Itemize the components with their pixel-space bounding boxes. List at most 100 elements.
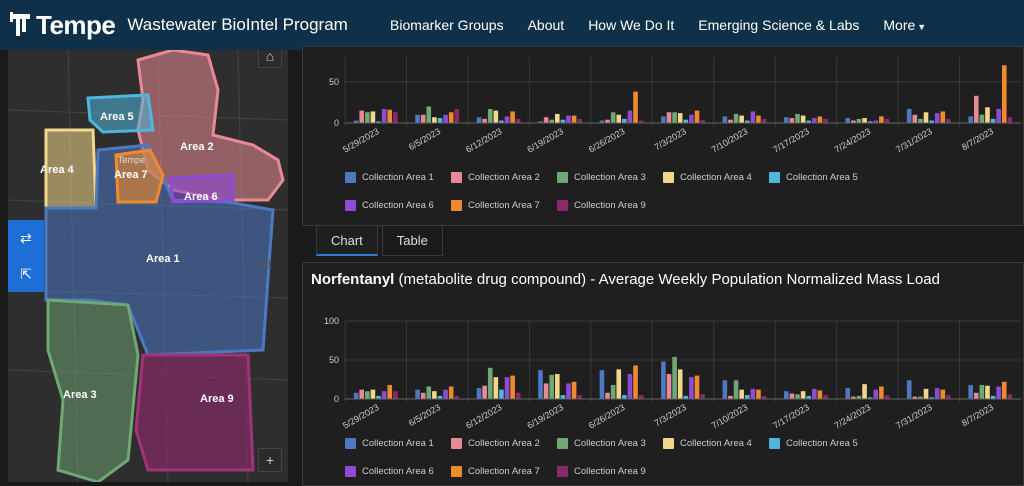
chart-2-bar[interactable] bbox=[487, 367, 493, 399]
chart-2-bar[interactable] bbox=[968, 384, 973, 399]
chart-1-bar[interactable] bbox=[823, 118, 828, 123]
chart-1-bar[interactable] bbox=[817, 116, 823, 123]
chart-1-bar[interactable] bbox=[884, 118, 890, 123]
chart-2-bar[interactable] bbox=[694, 375, 700, 399]
chart-2-bar[interactable] bbox=[515, 392, 521, 399]
chart-2-bar[interactable] bbox=[817, 390, 823, 399]
chart-1-bar[interactable] bbox=[795, 113, 800, 123]
chart-2-bar[interactable] bbox=[823, 395, 828, 399]
chart-1-bar[interactable] bbox=[415, 114, 420, 123]
chart-1-bar[interactable] bbox=[616, 114, 622, 123]
chart-1-bar[interactable] bbox=[990, 118, 996, 123]
chart-1-bar[interactable] bbox=[476, 117, 482, 123]
chart-1-bar[interactable] bbox=[420, 114, 426, 123]
tempe-logo[interactable]: Tempe bbox=[10, 0, 116, 50]
chart-2-bar[interactable] bbox=[616, 369, 622, 399]
chart-2-bar[interactable] bbox=[1001, 381, 1007, 399]
chart-1-bar[interactable] bbox=[504, 116, 510, 123]
chart-1-bar[interactable] bbox=[784, 117, 789, 123]
chart-2-bar[interactable] bbox=[739, 389, 744, 399]
chart-1-bar[interactable] bbox=[443, 114, 448, 123]
chart-2-bar[interactable] bbox=[800, 391, 806, 399]
chart-1-bar[interactable] bbox=[387, 109, 393, 123]
chart-2-bar[interactable] bbox=[733, 380, 739, 399]
chart-2-bar[interactable] bbox=[906, 380, 912, 399]
chart-2-bar[interactable] bbox=[789, 393, 795, 399]
chart-1-legend-item[interactable]: Collection Area 6 bbox=[345, 191, 451, 219]
chart-2-bar[interactable] bbox=[622, 395, 627, 399]
chart-2-legend-item[interactable]: Collection Area 7 bbox=[451, 457, 557, 485]
chart-2-bar[interactable] bbox=[510, 375, 515, 399]
chart-2-bar[interactable] bbox=[566, 383, 571, 399]
chart-1-bar[interactable] bbox=[946, 118, 951, 123]
nav-how-we-do-it[interactable]: How We Do It bbox=[588, 17, 674, 33]
chart-2-bar[interactable] bbox=[415, 389, 420, 399]
collection-areas-map[interactable]: Area 5 Area 2 Area 4 Area 7 Area 6 Area … bbox=[8, 50, 288, 482]
chart-2-bar[interactable] bbox=[365, 391, 370, 399]
translate-icon[interactable]: ⇄ bbox=[8, 220, 44, 256]
chart-2-bar[interactable] bbox=[605, 392, 610, 399]
chart-2-bar[interactable] bbox=[677, 369, 683, 399]
chart-1-bar[interactable] bbox=[426, 106, 432, 124]
chart-1-bar[interactable] bbox=[722, 116, 728, 123]
nav-about[interactable]: About bbox=[528, 17, 565, 33]
chart-1-bar[interactable] bbox=[940, 111, 946, 123]
chart-2-bar[interactable] bbox=[420, 392, 426, 399]
chart-2-bar[interactable] bbox=[432, 391, 437, 399]
chart-2-bar[interactable] bbox=[756, 389, 761, 399]
chart-1-bar[interactable] bbox=[543, 117, 549, 123]
chart-1-bar[interactable] bbox=[923, 112, 929, 123]
chart-2-bar[interactable] bbox=[784, 391, 789, 399]
chart-1-bar[interactable] bbox=[985, 107, 990, 123]
chart-2-bar[interactable] bbox=[443, 389, 448, 399]
chart-1-bar[interactable] bbox=[856, 118, 862, 123]
chart-2-bar[interactable] bbox=[577, 395, 582, 399]
chart-2-bar[interactable] bbox=[482, 385, 487, 399]
zoom-in-icon[interactable]: + bbox=[258, 448, 282, 472]
chart-1-legend-item[interactable]: Collection Area 5 bbox=[769, 163, 875, 191]
nav-more[interactable]: More ▼ bbox=[883, 17, 926, 33]
chart-1-bar[interactable] bbox=[761, 118, 767, 123]
chart-1-bar[interactable] bbox=[610, 112, 616, 123]
chart-2-bar[interactable] bbox=[744, 395, 750, 399]
chart-1-bar[interactable] bbox=[381, 108, 387, 123]
chart-2-bar[interactable] bbox=[627, 374, 633, 399]
chart-1-legend-item[interactable]: Collection Area 3 bbox=[557, 163, 663, 191]
chart-1-bar[interactable] bbox=[918, 118, 923, 123]
chart-2-bar[interactable] bbox=[381, 391, 387, 399]
chart-1-bar[interactable] bbox=[800, 115, 806, 123]
share-icon[interactable]: ⇱ bbox=[8, 256, 44, 292]
chart-1-bar[interactable] bbox=[393, 112, 398, 123]
chart-2-bar[interactable] bbox=[722, 380, 728, 399]
chart-1-bar[interactable] bbox=[493, 110, 499, 123]
chart-2-bar[interactable] bbox=[448, 386, 454, 399]
tab-table[interactable]: Table bbox=[381, 226, 443, 256]
chart-1-bar[interactable] bbox=[510, 111, 515, 123]
chart-1-bar[interactable] bbox=[370, 111, 376, 123]
chart-2-bar[interactable] bbox=[940, 389, 946, 399]
chart-1-bar[interactable] bbox=[879, 116, 884, 123]
chart-2-bar[interactable] bbox=[476, 388, 482, 399]
chart-2-legend-item[interactable]: Collection Area 6 bbox=[345, 457, 451, 485]
chart-2-bar[interactable] bbox=[504, 377, 510, 399]
chart-2-bar[interactable] bbox=[700, 394, 705, 399]
chart-2-bar[interactable] bbox=[499, 389, 504, 399]
chart-1-bar[interactable] bbox=[577, 118, 582, 123]
chart-1-legend-item[interactable]: Collection Area 4 bbox=[663, 163, 769, 191]
chart-1-bar[interactable] bbox=[979, 114, 985, 123]
chart-1-bar[interactable] bbox=[554, 113, 560, 123]
chart-2-bar[interactable] bbox=[538, 370, 543, 399]
chart-1-bar[interactable] bbox=[694, 110, 700, 123]
chart-1-bar[interactable] bbox=[1001, 65, 1007, 123]
chart-1-bar[interactable] bbox=[515, 118, 521, 123]
chart-2-bar[interactable] bbox=[493, 377, 499, 399]
chart-1-bar[interactable] bbox=[677, 113, 683, 123]
chart-2-bar[interactable] bbox=[862, 384, 867, 399]
chart-2-bar[interactable] bbox=[996, 386, 1001, 399]
chart-1-bar[interactable] bbox=[666, 112, 672, 123]
chart-1-bar[interactable] bbox=[359, 110, 365, 123]
chart-2-bar[interactable] bbox=[554, 374, 560, 399]
chart-1-bar[interactable] bbox=[968, 116, 973, 123]
chart-2-legend-item[interactable]: Collection Area 9 bbox=[557, 457, 663, 485]
chart-1-bar[interactable] bbox=[733, 113, 739, 123]
